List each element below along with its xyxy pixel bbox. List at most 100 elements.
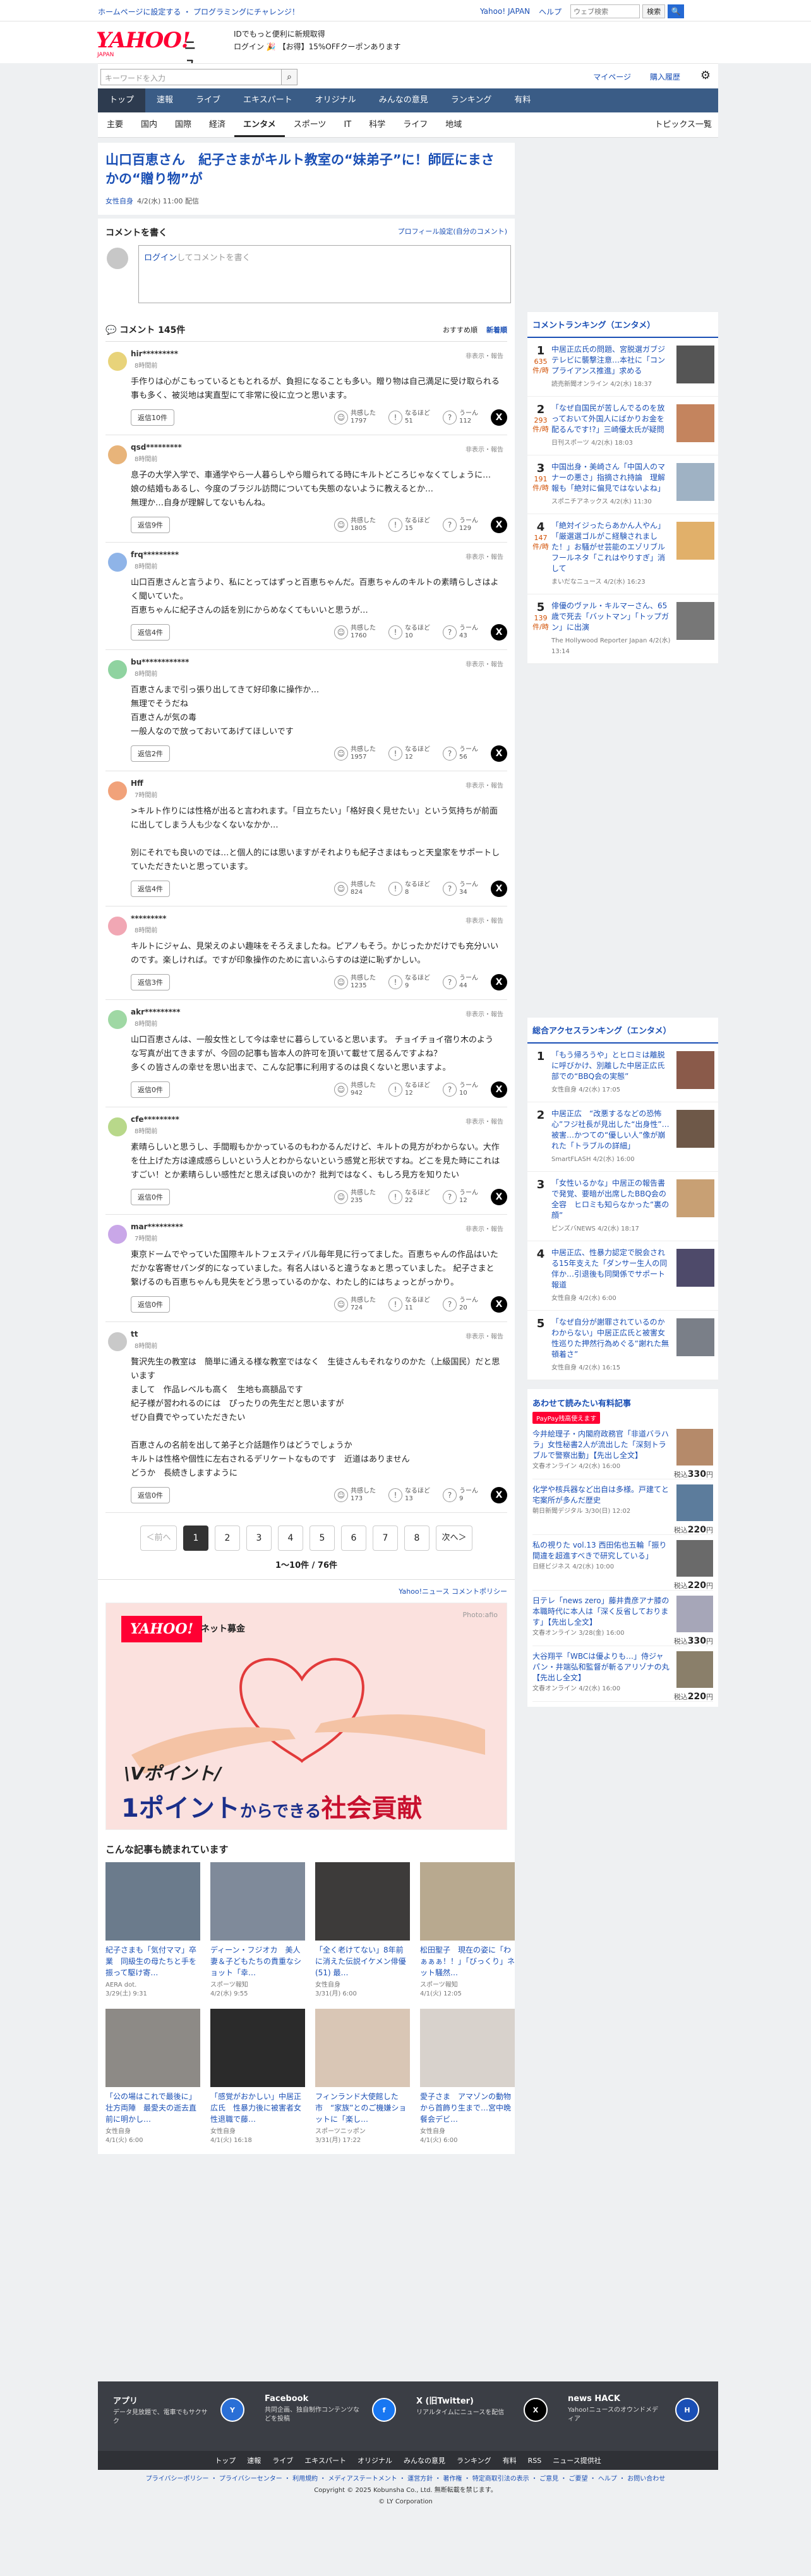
comment-author[interactable]: cfe********* bbox=[131, 1115, 507, 1124]
access-item[interactable]: 2 中居正広 “改悪するなどの恐怖心”フジ社長が見出した“出身性”…被害…かつての… bbox=[527, 1102, 718, 1172]
x-share-icon[interactable]: X bbox=[491, 1189, 507, 1205]
footer-col[interactable]: アプリ データ見放題で、電車でもサクサク Y bbox=[113, 2394, 258, 2426]
related-article[interactable]: 松田聖子 現在の姿に「わぁぁぁ！！」「びっくり」ネット騒然… スポーツ報知 4/1(… bbox=[420, 1862, 515, 1999]
paid-title[interactable]: 大谷翔平「WBCは優よりも…」侍ジャパン・井端弘和監督が斬るアリゾナの丸【先出し… bbox=[532, 1651, 671, 1696]
reaction-naruhodo[interactable]: ! なるほど 9 bbox=[388, 975, 430, 990]
report-link[interactable]: 非表示・報告 bbox=[466, 915, 503, 925]
nav-live[interactable]: ライブ bbox=[184, 88, 232, 112]
reply-button[interactable]: 返信4件 bbox=[131, 881, 170, 897]
reply-button[interactable]: 返信2件 bbox=[131, 745, 170, 762]
facebook-icon[interactable]: f bbox=[372, 2398, 396, 2422]
x-share-icon[interactable]: X bbox=[491, 1296, 507, 1313]
newshack-icon[interactable]: H bbox=[675, 2398, 699, 2422]
reaction-empathy[interactable]: ☺ 共感した 1797 bbox=[334, 410, 376, 425]
related-article-title[interactable]: 「感覚がおかしい」中居正広氏 性暴力後に被害者女性退職で藤… bbox=[210, 2091, 305, 2125]
footer-policy-links[interactable]: プライバシーポリシー ・ プライバシーセンター ・ 利用規約 ・ メディアステー… bbox=[0, 2474, 811, 2485]
comment-author[interactable]: tt bbox=[131, 1330, 507, 1339]
reply-button[interactable]: 返信0件 bbox=[131, 1487, 170, 1503]
reaction-empathy[interactable]: ☺ 共感した 1957 bbox=[334, 746, 376, 761]
x-share-icon[interactable]: X bbox=[491, 624, 507, 641]
reaction-empathy[interactable]: ☺ 共感した 1805 bbox=[334, 517, 376, 533]
report-link[interactable]: 非表示・報告 bbox=[466, 444, 503, 454]
footer-nav-item[interactable]: みんなの意見 bbox=[404, 2455, 445, 2465]
page-2-button[interactable]: 2 bbox=[215, 1526, 240, 1551]
paid-title[interactable]: 日テレ「news zero」藤井貴彦アナ膝の 本職時代に本人は「深く反省しており… bbox=[532, 1596, 671, 1640]
ranking-title[interactable]: 「絶対イジったらあかん人やん」「厳選選ゴルがこ経験されました！」お騒がせ芸能のエ… bbox=[551, 521, 671, 587]
report-link[interactable]: 非表示・報告 bbox=[466, 351, 503, 360]
reaction-naruhodo[interactable]: ! なるほど 51 bbox=[388, 410, 430, 425]
sort-recommended[interactable]: おすすめ順 bbox=[443, 325, 478, 335]
reply-button[interactable]: 返信9件 bbox=[131, 517, 170, 533]
ranking-title[interactable]: 俳優のヴァル・キルマーさん、65歳で死去「バットマン」「トップガン」に出演 The… bbox=[551, 601, 671, 657]
footer-nav-item[interactable]: ニュース提供社 bbox=[553, 2455, 601, 2465]
footer-nav-item[interactable]: RSS bbox=[528, 2457, 542, 2465]
search-icon[interactable]: ⌕ bbox=[281, 69, 297, 85]
footer-col[interactable]: Facebook 共同企画、独自制作コンテンツなどを投稿 f bbox=[265, 2394, 410, 2424]
reaction-hmm[interactable]: ? うーん 34 bbox=[443, 881, 478, 896]
top-strip-links[interactable]: ホームページに設定する ・ プログラミングにチャレンジ！ bbox=[98, 6, 299, 17]
footer-nav-item[interactable]: トップ bbox=[215, 2455, 236, 2465]
related-article-title[interactable]: フィンランド大使館した市 “家族”とのご機嫌ショットに「楽し… bbox=[315, 2091, 410, 2125]
footer-col[interactable]: X (旧Twitter) リアルタイムにニュースを配信 X bbox=[416, 2394, 562, 2422]
related-article-title[interactable]: 「公の場はこれで最後に」壮方両陣 最愛夫の逝去直前に明かし… bbox=[105, 2091, 200, 2125]
tab-domestic[interactable]: 国内 bbox=[132, 112, 166, 137]
purchase-history-link[interactable]: 購入履歴 bbox=[650, 71, 680, 82]
footer-nav-item[interactable]: 速報 bbox=[247, 2455, 261, 2465]
tab-region[interactable]: 地域 bbox=[436, 112, 471, 137]
page-6-button[interactable]: 6 bbox=[341, 1526, 366, 1551]
tab-science[interactable]: 科学 bbox=[360, 112, 394, 137]
footer-nav-item[interactable]: エキスパート bbox=[304, 2455, 346, 2465]
reaction-hmm[interactable]: ? うーん 43 bbox=[443, 625, 478, 640]
related-article[interactable]: 愛子さま アマゾンの動物から首飾り生まで…宮中晩餐会デビ… 女性自身 4/1(火) … bbox=[420, 2009, 515, 2145]
reaction-hmm[interactable]: ? うーん 9 bbox=[443, 1488, 478, 1503]
tab-economy[interactable]: 経済 bbox=[200, 112, 234, 137]
reply-button[interactable]: 返信0件 bbox=[131, 1081, 170, 1098]
page-4-button[interactable]: 4 bbox=[278, 1526, 303, 1551]
comment-author[interactable]: frq********* bbox=[131, 550, 507, 559]
mypage-link[interactable]: マイページ bbox=[593, 71, 631, 82]
topics-list-link[interactable]: トピックス一覧 bbox=[646, 112, 718, 137]
reply-button[interactable]: 返信0件 bbox=[131, 1189, 170, 1205]
comment-author[interactable]: Hff bbox=[131, 779, 507, 788]
reaction-hmm[interactable]: ? うーん 112 bbox=[443, 410, 478, 425]
x-share-icon[interactable]: X bbox=[491, 409, 507, 426]
ranking-title[interactable]: 中国出身・美崎さん「中国人のマナーの悪さ」指摘され持論 理解報も「絶対に偏見では… bbox=[551, 462, 671, 507]
reply-button[interactable]: 返信4件 bbox=[131, 624, 170, 641]
help-link[interactable]: ヘルプ bbox=[539, 6, 562, 17]
nav-expert[interactable]: エキスパート bbox=[232, 88, 304, 112]
reaction-empathy[interactable]: ☺ 共感した 824 bbox=[334, 881, 376, 896]
nav-paid[interactable]: 有料 bbox=[503, 88, 542, 112]
related-article[interactable]: フィンランド大使館した市 “家族”とのご機嫌ショットに「楽し… スポーツニッポン 3… bbox=[315, 2009, 410, 2145]
nav-ranking[interactable]: ランキング bbox=[440, 88, 503, 112]
ranking-title[interactable]: 中居正広氏の問題、宮脱選ガブジテレビに襲撃注意…本社に「コンプライアンス推進」求… bbox=[551, 344, 671, 390]
page-3-button[interactable]: 3 bbox=[246, 1526, 272, 1551]
report-link[interactable]: 非表示・報告 bbox=[466, 1116, 503, 1126]
next-page-button[interactable]: 次へ＞ bbox=[436, 1526, 472, 1551]
tab-it[interactable]: IT bbox=[335, 112, 360, 137]
paid-item[interactable]: 今井絵理子・内閣府政務官「非道バラハラ」女性秘書2人が流出した「深刻トラブルで警… bbox=[532, 1424, 713, 1479]
tab-main[interactable]: 主要 bbox=[98, 112, 132, 137]
footer-nav-item[interactable]: 有料 bbox=[503, 2455, 517, 2465]
tab-entertainment[interactable]: エンタメ bbox=[234, 112, 285, 137]
related-article-title[interactable]: 紀子さまも「気付ママ」卒業 同級生の母たちと手を振って駆け寄… bbox=[105, 1944, 200, 1978]
paid-item[interactable]: 私の視りた vol.13 西田佑也五輪「振り間違を超進すべきで研究している」 日経… bbox=[532, 1535, 713, 1591]
search-icon[interactable]: 🔍 bbox=[668, 4, 685, 18]
yahoo-news-logo[interactable]: YAHOO! JAPAN ニュース bbox=[96, 28, 196, 102]
comment-author[interactable]: hir********* bbox=[131, 349, 507, 358]
x-share-icon[interactable]: X bbox=[491, 881, 507, 897]
reaction-hmm[interactable]: ? うーん 56 bbox=[443, 746, 478, 761]
access-title[interactable]: 「もう帰ろうや」とヒロミは離脱に呼びかけ、別離した中居正広氏部での“BBQ会の実… bbox=[551, 1050, 671, 1095]
reaction-hmm[interactable]: ? うーん 44 bbox=[443, 975, 478, 990]
web-search-input[interactable] bbox=[570, 4, 640, 18]
footer-nav-item[interactable]: オリジナル bbox=[357, 2455, 392, 2465]
reaction-empathy[interactable]: ☺ 共感した 1760 bbox=[334, 625, 376, 640]
related-article[interactable]: 「全く老けてない」8年前に消えた伝説イケメン俳優(51) 最… 女性自身 3/31(… bbox=[315, 1862, 410, 1999]
comment-author[interactable]: bu************ bbox=[131, 658, 507, 666]
reaction-hmm[interactable]: ? うーん 20 bbox=[443, 1297, 478, 1312]
reaction-naruhodo[interactable]: ! なるほど 12 bbox=[388, 1082, 430, 1097]
comment-policy-link[interactable]: Yahoo!ニュース コメントポリシー bbox=[399, 1587, 507, 1596]
paid-item[interactable]: 化学や核兵器など出自は多様。戸建てと宅案所が多んだ歴史 朝日新聞デジタル 3/30… bbox=[532, 1479, 713, 1535]
x-share-icon[interactable]: X bbox=[491, 1081, 507, 1098]
nav-top[interactable]: トップ bbox=[98, 88, 146, 112]
report-link[interactable]: 非表示・報告 bbox=[466, 551, 503, 561]
